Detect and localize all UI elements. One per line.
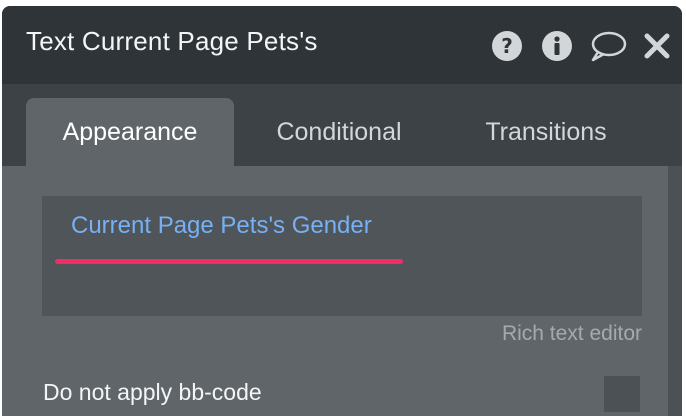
comment-icon[interactable] (589, 30, 627, 62)
tab-transitions[interactable]: Transitions (458, 98, 634, 166)
tab-appearance[interactable]: Appearance (26, 98, 234, 166)
panel-header: Text Current Page Pets's ? (2, 6, 682, 84)
text-content-editor[interactable]: Current Page Pets's Gender (42, 196, 642, 316)
rich-text-editor-link[interactable]: Rich text editor (502, 322, 642, 346)
highlight-underline (55, 259, 403, 264)
help-icon[interactable]: ? (491, 30, 523, 62)
close-icon[interactable] (642, 30, 672, 62)
bbcode-checkbox[interactable] (604, 376, 640, 412)
info-icon[interactable] (541, 30, 573, 62)
dynamic-expression[interactable]: Current Page Pets's Gender (71, 212, 372, 240)
bbcode-option-label: Do not apply bb-code (43, 379, 262, 405)
tab-conditional[interactable]: Conditional (248, 98, 430, 166)
panel-title: Text Current Page Pets's (26, 26, 318, 56)
appearance-content: Current Page Pets's Gender Rich text edi… (2, 166, 668, 416)
svg-text:?: ? (501, 34, 513, 58)
tab-bar: Appearance Conditional Transitions (2, 84, 682, 166)
property-editor-panel: Text Current Page Pets's ? Appearance Co… (2, 6, 682, 416)
scrollbar[interactable] (668, 166, 682, 416)
